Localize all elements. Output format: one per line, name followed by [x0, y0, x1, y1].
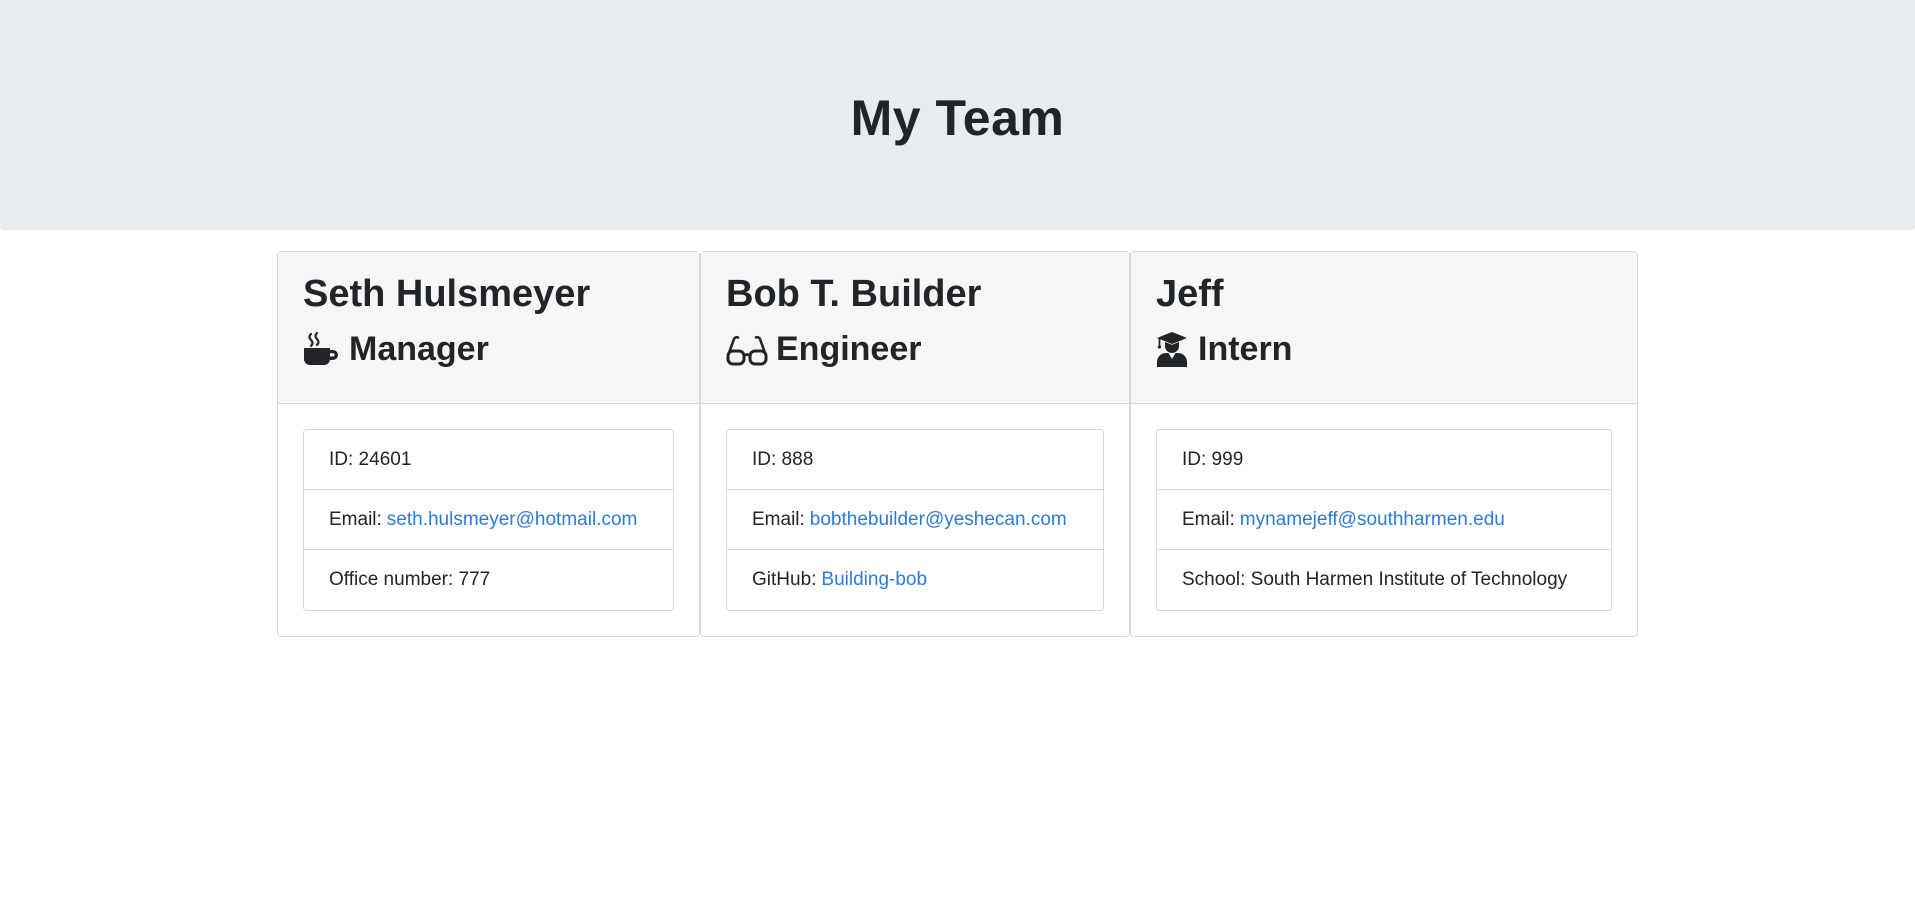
card-header: Jeff Intern	[1131, 252, 1637, 404]
employee-role: Engineer	[726, 329, 1129, 369]
github-label: GitHub:	[752, 569, 817, 590]
header-jumbotron: My Team	[0, 0, 1915, 230]
card-body: ID: 888 Email: bobthebuilder@yeshecan.co…	[701, 404, 1129, 636]
email-link[interactable]: seth.hulsmeyer@hotmail.com	[387, 509, 638, 531]
email-item: Email: bobthebuilder@yeshecan.com	[727, 490, 1103, 550]
card-header: Seth Hulsmeyer Manager	[278, 252, 699, 404]
info-list: ID: 999 Email: mynamejeff@southharmen.ed…	[1156, 429, 1612, 611]
school-item: School: South Harmen Institute of Techno…	[1182, 569, 1568, 590]
employee-name: Jeff	[1156, 273, 1224, 315]
role-label: Manager	[349, 330, 489, 368]
github-item: GitHub: Building-bob	[727, 550, 1103, 610]
card-header: Bob T. Builder Engineer	[701, 252, 1129, 404]
id-item: ID: 24601	[304, 430, 673, 490]
email-label: Email:	[1182, 508, 1235, 530]
employee-card-engineer: Bob T. Builder Engineer ID: 888 Email: b…	[700, 251, 1130, 637]
email-item: Email: mynamejeff@southharmen.edu	[1157, 490, 1611, 550]
employee-card-intern: Jeff Intern ID: 999 Email: mynamejeff@so…	[1130, 251, 1638, 637]
employee-name: Bob T. Builder	[726, 273, 982, 315]
coffee-mug-icon	[303, 331, 341, 367]
card-body: ID: 999 Email: mynamejeff@southharmen.ed…	[1131, 404, 1637, 636]
info-list: ID: 888 Email: bobthebuilder@yeshecan.co…	[726, 429, 1104, 611]
email-link[interactable]: mynamejeff@southharmen.edu	[1240, 509, 1505, 531]
role-label: Engineer	[776, 330, 922, 368]
id-item: ID: 999	[1157, 430, 1611, 490]
employee-role: Intern	[1156, 329, 1637, 369]
info-list: ID: 24601 Email: seth.hulsmeyer@hotmail.…	[303, 429, 674, 611]
employee-card-manager: Seth Hulsmeyer Manager ID: 24601 Email:	[277, 251, 700, 637]
employee-role: Manager	[303, 329, 699, 369]
email-item: Email: seth.hulsmeyer@hotmail.com	[304, 490, 673, 550]
email-label: Email:	[329, 508, 382, 530]
employee-name: Seth Hulsmeyer	[303, 273, 591, 315]
card-body: ID: 24601 Email: seth.hulsmeyer@hotmail.…	[278, 404, 699, 636]
page-title: My Team	[850, 90, 1065, 146]
email-link[interactable]: bobthebuilder@yeshecan.com	[810, 509, 1067, 531]
email-label: Email:	[752, 508, 805, 530]
office-number-item: Office number: 777	[329, 569, 491, 590]
graduate-icon	[1156, 331, 1188, 367]
role-label: Intern	[1198, 330, 1293, 368]
id-item: ID: 888	[727, 430, 1103, 490]
github-link[interactable]: Building-bob	[821, 569, 927, 591]
glasses-icon	[726, 331, 768, 367]
